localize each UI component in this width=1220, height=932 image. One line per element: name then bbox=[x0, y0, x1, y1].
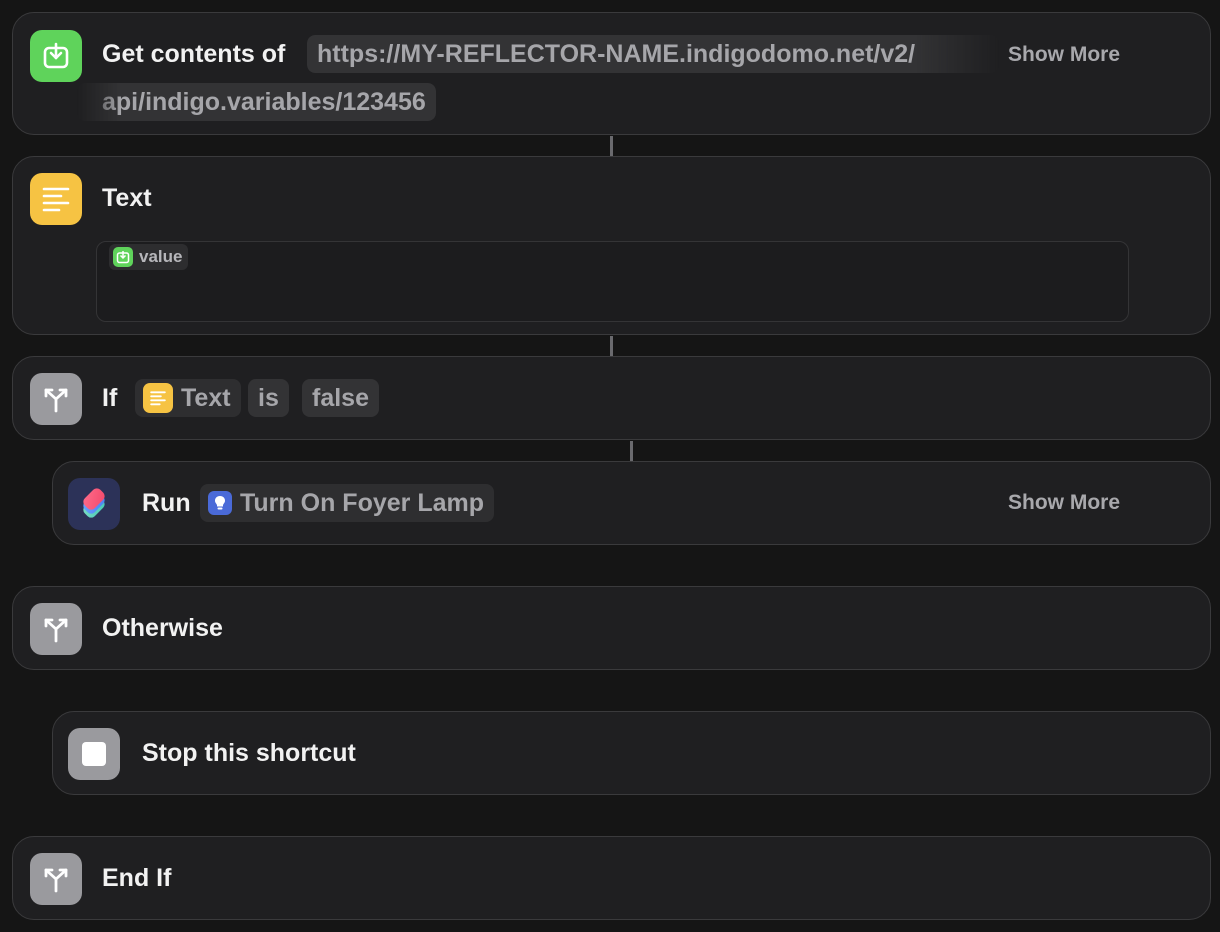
token-label: Text bbox=[181, 383, 231, 412]
url-field-line2[interactable]: api/indigo.variables/123456 bbox=[77, 83, 436, 121]
text-action[interactable]: Text value bbox=[12, 156, 1211, 335]
if-operator-token[interactable]: is bbox=[248, 379, 289, 417]
token-label: value bbox=[139, 247, 183, 266]
run-shortcut-action[interactable]: Run Turn On Foyer Lamp Show More bbox=[52, 461, 1211, 545]
stop-shortcut-action[interactable]: Stop this shortcut bbox=[52, 711, 1211, 795]
stop-icon bbox=[68, 728, 120, 780]
action-title: End If bbox=[102, 864, 172, 892]
value-variable-token[interactable]: value bbox=[109, 244, 189, 270]
token-label: Turn On Foyer Lamp bbox=[240, 488, 484, 517]
branch-icon bbox=[30, 373, 82, 425]
shortcut-token[interactable]: Turn On Foyer Lamp bbox=[200, 484, 494, 522]
connector-line bbox=[610, 136, 613, 156]
action-title: Get contents of bbox=[102, 40, 286, 68]
text-input-field[interactable]: value bbox=[96, 241, 1129, 322]
action-title: Run bbox=[142, 489, 191, 517]
text-lines-icon bbox=[143, 383, 173, 413]
show-more-button[interactable]: Show More bbox=[1008, 43, 1120, 67]
branch-icon bbox=[30, 603, 82, 655]
if-value-token[interactable]: false bbox=[302, 379, 379, 417]
connector-line bbox=[610, 336, 613, 356]
text-lines-icon bbox=[30, 173, 82, 225]
branch-icon bbox=[30, 853, 82, 905]
download-icon bbox=[113, 247, 133, 267]
connector-line bbox=[630, 441, 633, 461]
if-operand-token[interactable]: Text bbox=[135, 379, 241, 417]
action-title: Text bbox=[102, 184, 152, 212]
download-icon bbox=[30, 30, 82, 82]
shortcuts-icon bbox=[68, 478, 120, 530]
lightbulb-icon bbox=[208, 491, 232, 515]
action-title: Otherwise bbox=[102, 614, 223, 642]
otherwise-action[interactable]: Otherwise bbox=[12, 586, 1211, 670]
url-field-line1[interactable]: https://MY-REFLECTOR-NAME.indigodomo.net… bbox=[307, 35, 999, 73]
if-action[interactable]: If Text is false bbox=[12, 356, 1211, 440]
show-more-button[interactable]: Show More bbox=[1008, 491, 1120, 515]
action-title: If bbox=[102, 384, 118, 412]
end-if-action[interactable]: End If bbox=[12, 836, 1211, 920]
get-contents-action[interactable]: Get contents of https://MY-REFLECTOR-NAM… bbox=[12, 12, 1211, 135]
action-title: Stop this shortcut bbox=[142, 739, 356, 767]
